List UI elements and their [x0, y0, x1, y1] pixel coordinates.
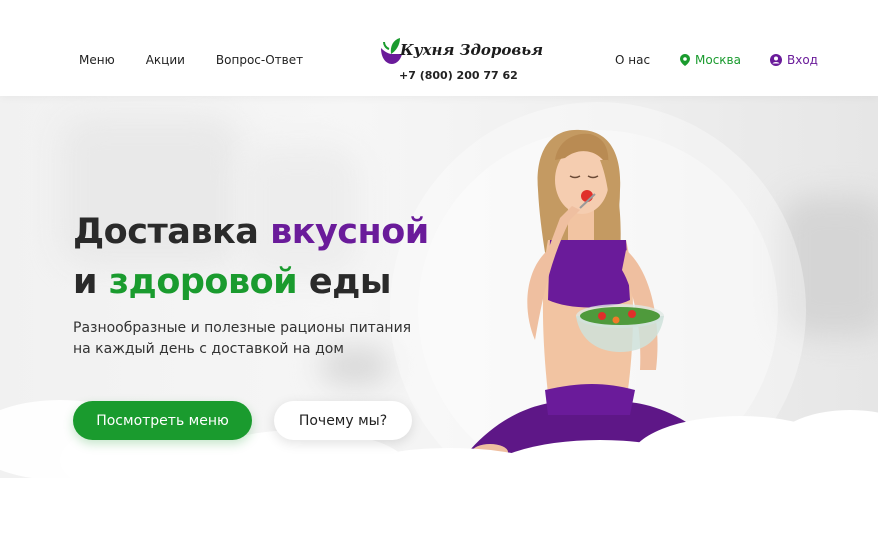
- nav-faq-link[interactable]: Вопрос-Ответ: [216, 53, 303, 67]
- city-selector[interactable]: Москва: [680, 53, 741, 67]
- map-pin-icon: [680, 54, 690, 66]
- hero-title-accent-green: здоровой: [108, 262, 298, 302]
- login-label: Вход: [787, 53, 818, 67]
- view-menu-button[interactable]: Посмотреть меню: [73, 401, 252, 440]
- hero-title-line-1: Доставка вкусной: [73, 207, 429, 257]
- site-header: Меню Акции Вопрос-Ответ Кухня Здоровья +…: [0, 0, 878, 96]
- logo-wordmark: Кухня Здоровья: [400, 41, 544, 59]
- hero-title-line-2: и здоровой еды: [73, 257, 429, 307]
- login-link[interactable]: Вход: [770, 53, 818, 67]
- nav-menu-link[interactable]: Меню: [79, 53, 115, 67]
- primary-nav: Меню Акции Вопрос-Ответ: [79, 53, 303, 67]
- about-link[interactable]: О нас: [615, 53, 650, 67]
- user-circle-icon: [770, 54, 782, 66]
- blurred-kitchen-shape: [780, 196, 878, 336]
- hero-title-text: еды: [297, 262, 392, 302]
- hero-subtitle-line-2: на каждый день с доставкой на дом: [73, 341, 344, 357]
- about-label: О нас: [615, 53, 651, 67]
- nav-promotions-link[interactable]: Акции: [146, 53, 185, 67]
- hero-title-accent-purple: вкусной: [270, 212, 429, 252]
- hero-subtitle-line-1: Разнообразные и полезные рационы питания: [73, 320, 412, 336]
- hero-title: Доставка вкусной и здоровой еды: [73, 207, 429, 307]
- hero-title-text: и: [73, 262, 109, 302]
- woman-eating-salad-image: [470, 129, 715, 470]
- phone-number[interactable]: +7 (800) 200 77 62: [399, 69, 518, 82]
- site-logo[interactable]: Кухня Здоровья +7 (800) 200 77 62: [378, 36, 543, 86]
- hero-title-text: Доставка: [73, 212, 271, 252]
- why-us-button[interactable]: Почему мы?: [274, 401, 412, 440]
- hero-subtitle: Разнообразные и полезные рационы питания…: [73, 318, 413, 360]
- city-label: Москва: [695, 53, 741, 67]
